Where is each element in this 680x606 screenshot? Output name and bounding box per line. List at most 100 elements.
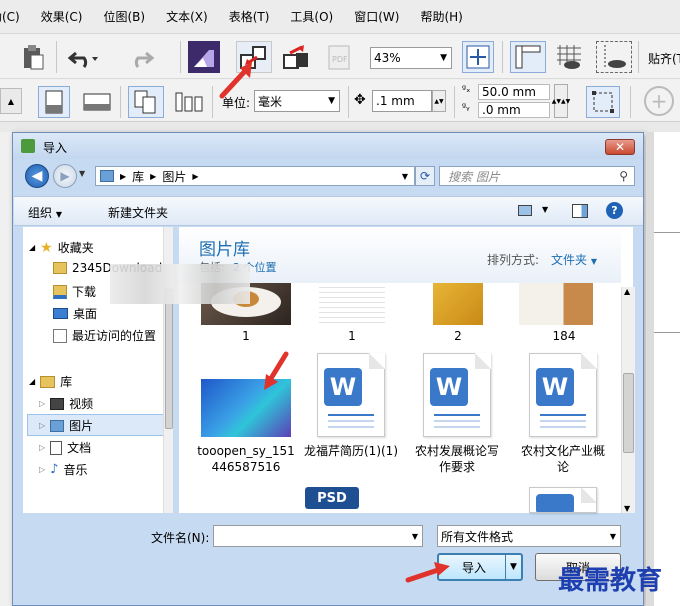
undo-icon[interactable] [66,43,100,71]
word-doc-rural-culture[interactable]: W [529,353,597,437]
arrange-by-select[interactable]: 文件夹 ▼ [551,251,597,268]
word-doc-rural-dev[interactable]: W [423,353,491,437]
address-bar[interactable]: ▶ 库 ▶ 图片 ▶ ▼ [95,166,415,186]
back-button[interactable]: ◀ [25,164,49,188]
zoom-level-select[interactable]: 43% ▼ [370,47,452,69]
file-name-1b: 1 [348,329,356,343]
search-input[interactable]: 搜索 图片 ⚲ [439,166,635,186]
chevron-down-icon[interactable]: ▼ [542,205,548,214]
app-launcher-icon[interactable] [188,41,220,73]
canvas-area [646,132,680,606]
organize-button[interactable]: 组织 ▼ [28,204,62,221]
rulers-icon[interactable] [510,41,546,73]
breadcrumb-libraries[interactable]: 库 [132,168,144,185]
file-name-input[interactable]: ▼ [213,525,423,547]
import-dialog: 导入 ✕ ◀ ▶ ▼ ▶ 库 ▶ 图片 ▶ ▼ ⟳ 搜索 图片 ⚲ 组织 ▼ 新… [12,132,644,606]
recent-places-icon [53,328,67,343]
nav-item-documents[interactable]: ▷ 文档 [39,439,91,456]
refresh-button[interactable]: ⟳ [415,166,435,186]
nav-item-downloads[interactable]: 下载 [53,283,96,300]
grid-icon[interactable] [552,41,586,73]
collapse-arrow-icon: ▷ [39,399,46,408]
file-list-scrollbar[interactable]: ▲ ▼ [621,287,635,513]
menu-item-effects[interactable]: 效果(C) [29,8,92,25]
export-icon[interactable] [280,41,314,73]
menu-item-tools[interactable]: 工具(O) [278,8,342,25]
menu-item-text[interactable]: 文本(X) [154,8,217,25]
nav-item-desktop[interactable]: 桌面 [53,305,97,322]
treat-as-filled-icon[interactable] [586,86,620,118]
duplicate-distance-y-field[interactable]: .0 mm [478,102,550,118]
file-thumbnail-gold[interactable] [433,283,483,325]
video-library-icon [50,397,65,410]
nudge-distance-field[interactable]: .1 mm [372,90,432,112]
file-name-1a: 1 [242,329,250,343]
forward-button[interactable]: ▶ [53,164,77,188]
paste-icon[interactable] [20,43,46,71]
psd-file-icon[interactable]: PSD [305,487,369,513]
import-dropdown-icon[interactable]: ▼ [505,555,521,579]
menu-item-window[interactable]: 窗口(W) [342,8,408,25]
snap-to-label[interactable]: 贴齐(T) [648,50,680,67]
dup-spinner-icon[interactable]: ▲▼▲▼ [552,84,570,118]
nav-favorites[interactable]: ◢ ★ 收藏夹 [29,239,94,256]
nav-item-pictures[interactable]: ▷ 图片 [39,417,93,434]
menu-bar: 帮助(C) 效果(C) 位图(B) 文本(X) 表格(T) 工具(O) 窗口(W… [0,0,680,34]
word-doc-partial[interactable] [529,487,597,513]
menu-item-help[interactable]: 帮助(H) [408,8,471,25]
expand-arrow-icon: ◢ [29,243,36,252]
nav-item-videos[interactable]: ▷ 视频 [39,395,93,412]
zoom-fit-icon[interactable] [462,41,494,73]
breadcrumb-pictures[interactable]: 图片 [162,168,186,185]
spinner-icon[interactable]: ▲ [0,88,22,114]
folder-icon [53,262,67,274]
file-type-select[interactable]: 所有文件格式 ▼ [437,525,621,547]
word-doc-resume[interactable]: W [317,353,385,437]
menu-item-table[interactable]: 表格(T) [217,8,279,25]
nudge-spinner-icon[interactable]: ▲▼ [432,90,446,112]
file-list-scroll-thumb[interactable] [623,373,634,453]
scroll-up-icon[interactable]: ▲ [624,287,630,296]
address-dropdown-icon[interactable]: ▼ [402,172,408,181]
redo-icon[interactable] [126,43,160,71]
standard-toolbar: PDF 43% ▼ 贴齐(T) [0,35,680,79]
download-folder-icon [53,284,67,299]
file-thumbnail-business-card[interactable] [519,283,593,325]
new-folder-button[interactable]: 新建文件夹 [108,204,168,221]
scroll-down-icon[interactable]: ▼ [624,504,630,513]
nav-item-music[interactable]: ▷ ♪ 音乐 [39,461,87,478]
view-options-icon[interactable] [518,205,532,216]
current-page-icon[interactable] [172,86,206,118]
nudge-icon: ✥ [354,92,366,108]
all-pages-icon[interactable] [128,86,164,118]
landscape-icon[interactable] [80,86,114,118]
breadcrumb-separator-icon: ▶ [150,171,157,181]
menu-item-help-partial[interactable]: 帮助(C) [0,8,29,25]
dup-x-label-icon: ᵍₓ [462,84,471,95]
menu-item-bitmaps[interactable]: 位图(B) [92,8,155,25]
close-button[interactable]: ✕ [605,139,635,155]
refresh-icon: ⟳ [419,169,431,183]
close-icon: ✕ [614,140,626,154]
publish-pdf-icon[interactable]: PDF [322,41,356,73]
file-thumbnail-lined-doc[interactable] [319,283,385,325]
file-caption-resume: 龙福芹简历(1)(1) [304,444,398,458]
word-icon [536,494,574,512]
library-title: 图片库 [199,240,250,260]
recent-pages-chevron-icon[interactable]: ▼ [79,169,85,178]
nav-libraries[interactable]: ◢ 库 [29,373,72,390]
svg-text:PDF: PDF [332,55,348,64]
nav-scroll-thumb[interactable] [165,289,173,429]
preview-pane-icon[interactable] [572,204,588,218]
duplicate-distance-x-field[interactable]: 50.0 mm [478,84,550,100]
arrange-by-label: 排列方式: [487,253,540,267]
guidelines-icon[interactable] [596,41,632,73]
word-icon: W [536,368,574,406]
file-caption-rural-culture: 农村文化产业概 论 [520,444,605,474]
add-page-icon[interactable]: + [644,86,674,116]
portrait-icon[interactable] [38,86,70,118]
library-icon [100,170,114,182]
dup-y-label-icon: ᵍᵧ [462,102,470,113]
help-icon[interactable]: ? [606,202,623,219]
nav-item-recent-places[interactable]: 最近访问的位置 [53,327,156,344]
